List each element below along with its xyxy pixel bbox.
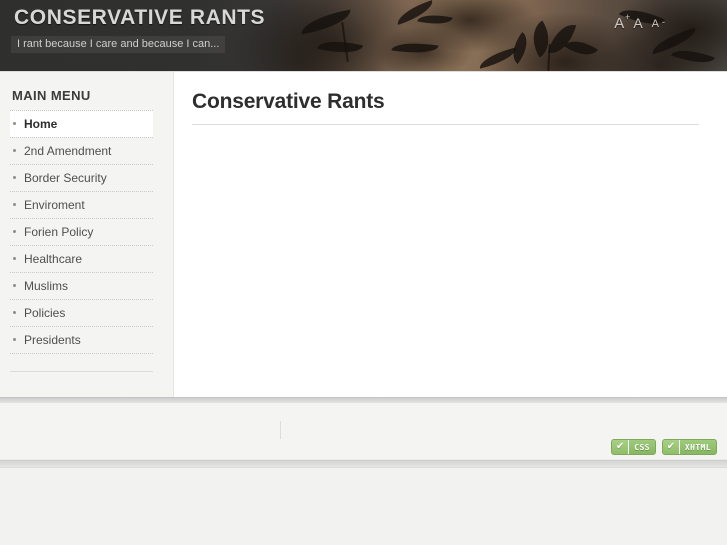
check-icon: ✔: [612, 440, 630, 454]
site-tagline: I rant because I care and because I can.…: [11, 36, 226, 53]
main-menu: Home 2nd Amendment Border Security Envir…: [10, 110, 153, 354]
below-fold-area: [0, 468, 727, 545]
sidebar-item-enviroment[interactable]: Enviroment: [10, 191, 153, 218]
sidebar-link-muslims[interactable]: Muslims: [10, 273, 153, 299]
sidebar-link-presidents[interactable]: Presidents: [10, 327, 153, 353]
validator-badges: ✔ CSS ✔ XHTML: [611, 439, 717, 455]
sidebar-link-healthcare[interactable]: Healthcare: [10, 246, 153, 272]
font-size-decrease-button[interactable]: A-: [651, 18, 665, 30]
font-size-reset-button[interactable]: A: [633, 16, 642, 30]
site-header: CONSERVATIVE RANTS I rant because I care…: [0, 0, 727, 71]
font-size-small-letter: A: [651, 18, 659, 30]
sidebar-item-home[interactable]: Home: [10, 110, 153, 137]
page-body: MAIN MENU Home 2nd Amendment Border Secu…: [0, 71, 727, 397]
sidebar-link-2nd-amendment[interactable]: 2nd Amendment: [10, 138, 153, 164]
title-underline: [192, 124, 699, 125]
sidebar: MAIN MENU Home 2nd Amendment Border Secu…: [0, 72, 174, 397]
sidebar-item-border-security[interactable]: Border Security: [10, 164, 153, 191]
font-size-controls: A + A A-: [614, 13, 665, 32]
font-size-large-letter: A: [614, 15, 625, 32]
css-badge-label: CSS: [629, 440, 655, 454]
font-size-increase-button[interactable]: A +: [614, 13, 630, 32]
xhtml-badge-label: XHTML: [679, 440, 716, 454]
site-title: CONSERVATIVE RANTS: [14, 6, 266, 29]
sidebar-link-policies[interactable]: Policies: [10, 300, 153, 326]
sidebar-item-2nd-amendment[interactable]: 2nd Amendment: [10, 137, 153, 164]
sidebar-divider: [10, 371, 153, 372]
footer-separator: [279, 421, 281, 439]
css-validator-badge[interactable]: ✔ CSS: [611, 439, 656, 455]
sidebar-item-policies[interactable]: Policies: [10, 299, 153, 326]
sidebar-item-healthcare[interactable]: Healthcare: [10, 245, 153, 272]
footer-bottom-divider: [0, 460, 727, 468]
minus-icon: -: [662, 17, 665, 27]
sidebar-link-border-security[interactable]: Border Security: [10, 165, 153, 191]
sidebar-link-forien-policy[interactable]: Forien Policy: [10, 219, 153, 245]
content-text: [192, 139, 699, 149]
sidebar-link-home[interactable]: Home: [10, 111, 153, 137]
check-icon: ✔: [662, 440, 680, 454]
sidebar-item-forien-policy[interactable]: Forien Policy: [10, 218, 153, 245]
sidebar-heading: MAIN MENU: [12, 88, 91, 103]
xhtml-validator-badge[interactable]: ✔ XHTML: [661, 439, 717, 455]
sidebar-item-presidents[interactable]: Presidents: [10, 326, 153, 354]
main-content: Conservative Rants: [174, 72, 727, 397]
site-footer: ✔ CSS ✔ XHTML: [0, 403, 727, 460]
sidebar-item-muslims[interactable]: Muslims: [10, 272, 153, 299]
footer-links: [0, 421, 560, 439]
page-title: Conservative Rants: [192, 90, 385, 113]
sidebar-link-enviroment[interactable]: Enviroment: [10, 192, 153, 218]
plus-icon: +: [625, 12, 631, 22]
